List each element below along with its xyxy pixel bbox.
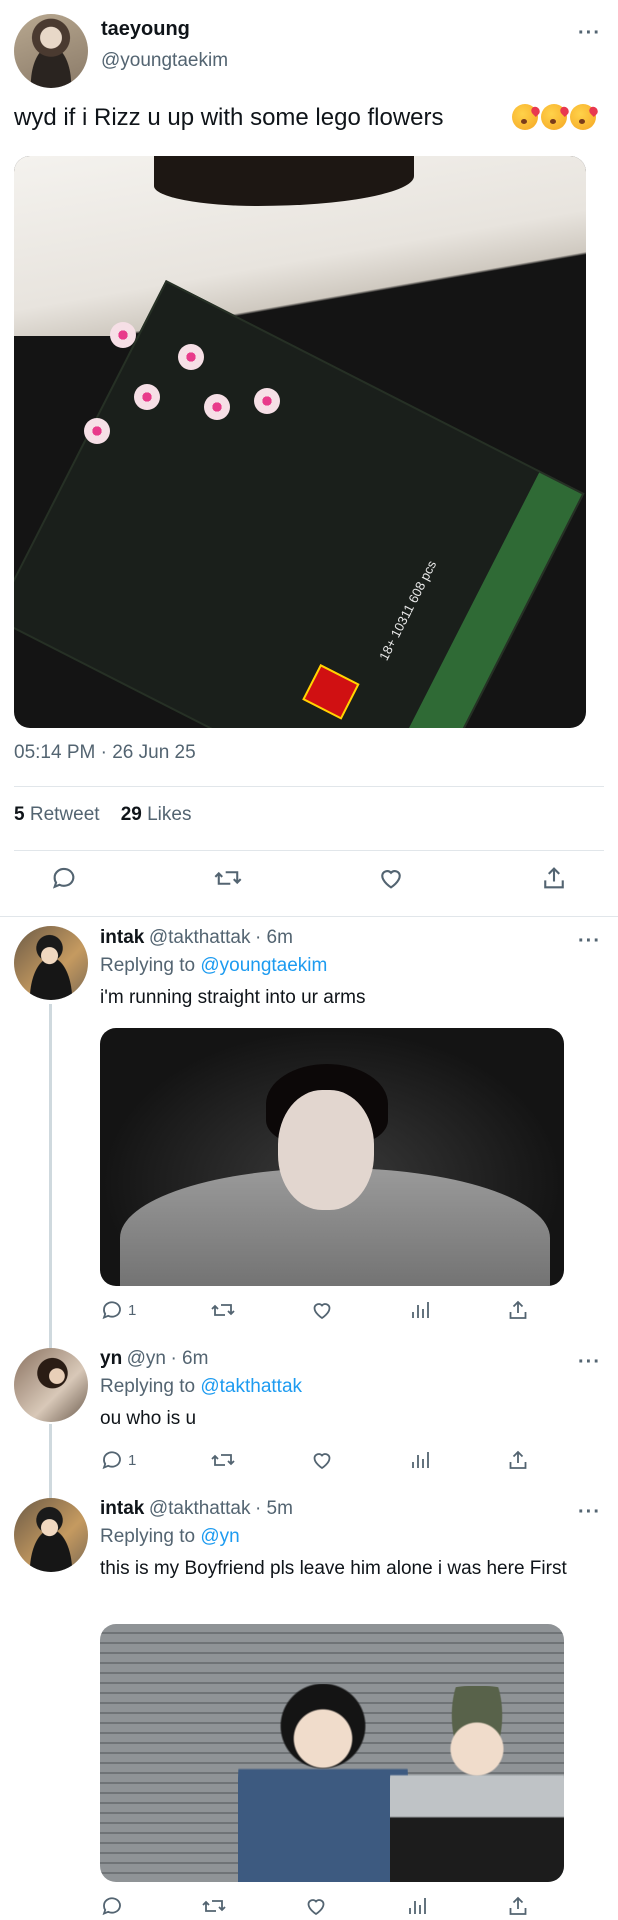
reply-photo[interactable]	[100, 1028, 564, 1286]
tweet-stats: 5 Retweet 29 Likes	[14, 804, 191, 826]
reply-time: · 6m	[254, 927, 293, 948]
retweet-icon[interactable]	[210, 1298, 236, 1322]
retweet-count[interactable]: 5	[14, 804, 25, 825]
lego-box	[14, 280, 585, 728]
analytics-icon[interactable]	[408, 1298, 432, 1322]
reply-icon[interactable]: 1	[100, 1448, 136, 1472]
thread-line	[49, 1424, 52, 1502]
reply-time: · 6m	[170, 1348, 209, 1369]
reply-actions: 1	[100, 1298, 530, 1322]
tweet-actions	[14, 864, 604, 892]
reply-icon[interactable]	[100, 1894, 124, 1918]
divider	[14, 786, 604, 787]
reply-actions	[100, 1894, 530, 1918]
author-handle[interactable]: @youngtaekim	[101, 50, 228, 72]
tweet-timestamp[interactable]: 05:14 PM · 26 Jun 25	[14, 742, 196, 764]
retweet-icon[interactable]	[201, 1894, 227, 1918]
tweet-text: wyd if i Rizz u up with some lego flower…	[14, 104, 444, 131]
reply-text: ou who is u	[100, 1408, 197, 1429]
reply-actions: 1	[100, 1448, 530, 1472]
reply-text: i'm running straight into ur arms	[100, 987, 366, 1008]
orchid-flower-icon	[84, 418, 110, 444]
kiss-emoji-icon	[541, 104, 567, 130]
reply-handle[interactable]: @takthattak	[149, 1498, 251, 1519]
replying-to: Replying to @yn	[100, 1526, 240, 1547]
lego-logo-icon	[302, 664, 360, 720]
replying-to: Replying to @youngtaekim	[100, 955, 328, 976]
analytics-icon[interactable]	[408, 1448, 432, 1472]
reply-handle[interactable]: @yn	[127, 1348, 166, 1369]
more-options-icon[interactable]: ···	[578, 22, 601, 45]
thread-line	[49, 1004, 52, 1349]
reply-header: yn @yn · 6m	[100, 1348, 208, 1370]
reply-count: 1	[128, 1301, 137, 1319]
reply-time: · 5m	[254, 1498, 293, 1519]
reply-header: intak @takthattak · 5m	[100, 1498, 293, 1520]
more-options-icon[interactable]: ···	[578, 1351, 601, 1374]
more-options-icon[interactable]: ···	[578, 1501, 601, 1524]
orchid-flower-icon	[134, 384, 160, 410]
orchid-flower-icon	[204, 394, 230, 420]
orchid-flower-icon	[254, 388, 280, 414]
like-icon[interactable]	[310, 1298, 334, 1322]
analytics-icon[interactable]	[405, 1894, 429, 1918]
like-icon[interactable]	[310, 1448, 334, 1472]
likes-count[interactable]: 29	[121, 804, 142, 825]
retweet-icon[interactable]	[210, 1448, 236, 1472]
reply-header: intak @takthattak · 6m	[100, 927, 293, 949]
author-display-name[interactable]: taeyoung	[101, 18, 190, 41]
like-icon[interactable]	[304, 1894, 328, 1918]
replying-to-link[interactable]: @takthattak	[200, 1376, 302, 1397]
share-icon[interactable]	[506, 1298, 530, 1322]
reply-icon[interactable]: 1	[100, 1298, 136, 1322]
kiss-emoji-icon	[570, 104, 596, 130]
reply-handle[interactable]: @takthattak	[149, 927, 251, 948]
tweet-photo[interactable]: 18+ 10311 608 pcs	[14, 156, 586, 728]
share-icon[interactable]	[506, 1894, 530, 1918]
share-icon[interactable]	[540, 864, 568, 892]
more-options-icon[interactable]: ···	[578, 930, 601, 953]
divider	[0, 916, 618, 917]
reply-avatar[interactable]	[14, 926, 88, 1000]
replying-to-link[interactable]: @yn	[200, 1526, 239, 1547]
reply-display-name[interactable]: intak	[100, 927, 144, 948]
reply-avatar[interactable]	[14, 1498, 88, 1572]
like-icon[interactable]	[377, 864, 405, 892]
likes-label[interactable]: Likes	[147, 804, 191, 825]
replying-to: Replying to @takthattak	[100, 1376, 303, 1397]
orchid-flower-icon	[178, 344, 204, 370]
replying-to-link[interactable]: @youngtaekim	[200, 955, 327, 976]
author-avatar[interactable]	[14, 14, 88, 88]
divider	[14, 850, 604, 851]
reply-count: 1	[128, 1451, 137, 1469]
retweet-label[interactable]: Retweet	[30, 804, 100, 825]
share-icon[interactable]	[506, 1448, 530, 1472]
reply-icon[interactable]	[50, 864, 78, 892]
emoji-group	[512, 104, 596, 130]
reply-avatar[interactable]	[14, 1348, 88, 1422]
reply-photo[interactable]	[100, 1624, 564, 1882]
reply-text: this is my Boyfriend pls leave him alone…	[100, 1558, 567, 1579]
kiss-emoji-icon	[512, 104, 538, 130]
reply-display-name[interactable]: intak	[100, 1498, 144, 1519]
orchid-flower-icon	[110, 322, 136, 348]
retweet-icon[interactable]	[213, 864, 243, 892]
reply-display-name[interactable]: yn	[100, 1348, 122, 1369]
